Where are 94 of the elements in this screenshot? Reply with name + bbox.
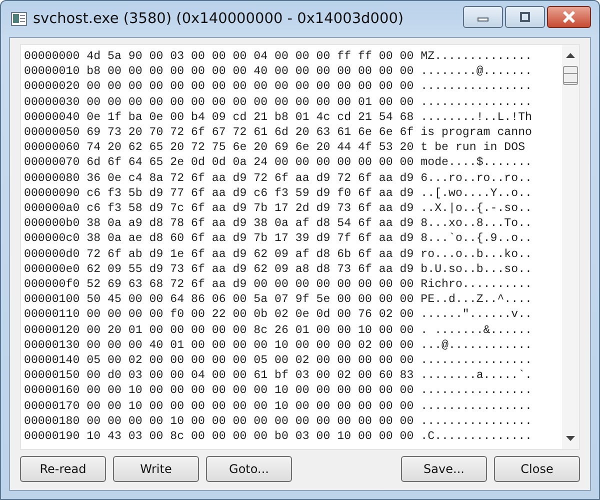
ascii-text: ................ [420,398,532,414]
offset-text: 00000020 [24,79,80,95]
ascii-text: ro...o..b...ko.. [420,246,532,262]
hex-bytes: 0e 1f ba 0e 00 b4 09 cd 21 b8 01 4c cd 21 54 68 [86,110,414,126]
hex-bytes: 36 0e c4 8a 72 6f aa d9 72 6f aa d9 72 6f aa d9 [86,170,414,186]
ascii-text: ................ [420,383,532,399]
hex-bytes: 00 00 00 00 00 00 00 00 00 00 00 00 00 00 00 00 [86,79,414,95]
window-title: svchost.exe (3580) (0x140000000 - 0x14003d000) [33,11,405,27]
offset-text: 00000150 [24,368,80,384]
offset-text: 00000050 [24,125,80,140]
hex-bytes: b8 00 00 00 00 00 00 00 40 00 00 00 00 00 00 00 [86,64,414,80]
hex-bytes: 74 20 62 65 20 72 75 6e 20 69 6e 20 44 4f 53 20 [86,140,414,156]
dialog-button[interactable]: Save... [401,456,487,482]
ascii-text: ......"......v.. [420,307,532,323]
scroll-up-arrow-icon[interactable] [566,53,575,58]
offset-text: 00000010 [24,64,80,80]
ascii-text: 8...xo..8...To.. [420,216,532,232]
hex-bytes: 00 00 00 00 f0 00 22 00 0b 02 0e 0d 00 76 02 00 [86,307,414,323]
offset-text: 00000110 [24,307,80,323]
hex-bytes: 00 d0 03 00 00 04 00 00 61 bf 03 00 02 00 60 83 [86,368,414,384]
offset-text: 00000090 [24,186,80,202]
offset-text: 00000160 [24,383,80,399]
hex-bytes: 00 00 10 00 00 00 00 00 00 10 00 00 00 00 00 00 [86,383,414,399]
ascii-text: ........a.....`. [420,368,532,384]
scroll-thumb[interactable] [563,66,578,85]
hex-bytes: 00 00 00 40 01 00 00 00 00 10 00 00 00 02 00 00 [86,338,414,354]
ascii-text: ...@............ [420,338,532,354]
ascii-text: ................ [420,414,532,430]
close-icon[interactable] [562,11,576,23]
ascii-text: ........@....... [420,64,532,80]
hex-bytes: c6 f3 58 d9 7c 6f aa d9 7b 17 2d d9 73 6f aa d9 [86,201,414,216]
offset-text: 00000140 [24,353,80,368]
offset-text: 000000b0 [24,216,80,232]
ascii-text: 8...`o..{.9..o.. [420,231,532,247]
hex-bytes: 00 00 00 00 10 00 00 00 00 00 00 00 00 00 00 00 [86,414,414,430]
hex-bytes: 00 00 10 00 00 00 00 00 00 10 00 00 00 00 00 00 [86,398,414,414]
hex-bytes: 05 00 02 00 00 00 00 00 05 00 02 00 00 00 00 00 [86,353,414,368]
offset-text: 00000180 [24,414,80,430]
offset-text: 000000e0 [24,262,80,278]
scrollbar[interactable] [562,45,579,449]
scroll-down-arrow-icon[interactable] [566,436,575,441]
hex-bytes: 69 73 20 70 72 6f 67 72 61 6d 20 63 61 6e 6e 6f [86,125,414,140]
ascii-text: t be run in DOS [420,140,526,156]
hex-bytes: 50 45 00 00 64 86 06 00 5a 07 9f 5e 00 00 00 00 [86,292,414,308]
hex-bytes: 72 6f ab d9 1e 6f aa d9 62 09 af d8 6b 6f aa d9 [86,246,414,262]
ascii-text: b.U.so..b...so.. [420,262,532,278]
offset-text: 00000080 [24,170,80,186]
dialog-button[interactable]: Write [113,456,199,482]
dialog-button[interactable]: Re-read [20,456,106,482]
offset-text: 00000040 [24,110,80,126]
ascii-text: MZ.............. [420,49,532,64]
hex-bytes: 4d 5a 90 00 03 00 00 00 04 00 00 00 ff ff 00 00 [86,49,414,64]
hex-bytes: 00 00 00 00 00 00 00 00 00 00 00 00 00 01 00 00 [86,94,414,110]
ascii-text: .C.............. [420,429,532,444]
dialog-button[interactable]: Goto... [206,456,292,482]
maximize-button[interactable] [505,6,545,28]
offset-text: 00000060 [24,140,80,156]
ascii-text: ..[.wo....Y..o.. [420,186,532,202]
ascii-text: PE..d...Z..^.... [420,292,532,308]
ascii-text: ................ [420,353,532,368]
close-button[interactable] [547,6,591,28]
minimize-button[interactable] [463,6,503,28]
ascii-text: mode....$....... [420,155,532,171]
ascii-text: ................ [420,79,532,95]
hex-bytes: 38 0a ae d8 60 6f aa d9 7b 17 39 d9 7f 6f aa d9 [86,231,414,247]
offset-text: 00000130 [24,338,80,354]
offset-text: 00000170 [24,398,80,414]
offset-text: 00000030 [24,94,80,110]
hex-bytes: 62 09 55 d9 73 6f aa d9 62 09 a8 d8 73 6f aa d9 [86,262,414,278]
offset-text: 00000070 [24,155,80,171]
offset-text: 000000c0 [24,231,80,247]
ascii-text: 6...ro..ro..ro.. [420,170,532,186]
offset-text: 00000120 [24,322,80,338]
offset-text: 00000190 [24,429,80,444]
hex-bytes: 00 20 01 00 00 00 00 00 8c 26 01 00 00 10 00 00 [86,322,414,338]
offset-text: 000000d0 [24,246,80,262]
offset-text: 000000f0 [24,277,80,292]
offset-text: 000000a0 [24,201,80,216]
hex-bytes: 10 43 03 00 8c 00 00 00 00 b0 03 00 10 00 00 00 [86,429,414,444]
maximize-icon[interactable] [519,12,531,22]
app-icon [11,11,27,27]
ascii-text: is program canno [420,125,532,140]
ascii-text: ........!..L.!Th [420,110,532,126]
offset-text: 00000100 [24,292,80,308]
offset-text: 00000000 [24,49,80,64]
ascii-text: . .......&...... [420,322,532,338]
ascii-text: ................ [420,94,532,110]
hex-bytes: 38 0a a9 d8 78 6f aa d9 38 0a af d8 54 6f aa d9 [86,216,414,232]
hex-bytes: 6d 6f 64 65 2e 0d 0d 0a 24 00 00 00 00 00 00 00 [86,155,414,171]
ascii-text: ..X.|o..{.-.so.. [420,201,532,216]
hex-bytes: c6 f3 5b d9 77 6f aa d9 c6 f3 59 d9 f0 6f aa d9 [86,186,414,202]
ascii-text: Richro.......... [420,277,532,292]
hex-bytes: 52 69 63 68 72 6f aa d9 00 00 00 00 00 00 00 00 [86,277,414,292]
dialog-button[interactable]: Close [494,456,580,482]
